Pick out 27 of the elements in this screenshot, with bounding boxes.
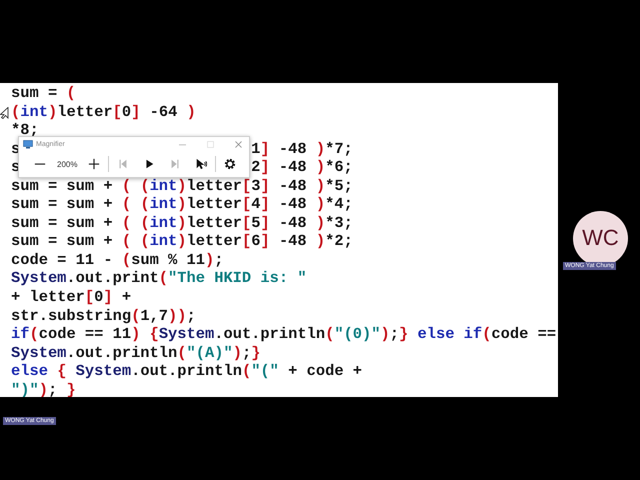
code-line: sum = ( — [11, 84, 76, 103]
cursor-button[interactable] — [195, 158, 208, 170]
code-line: str.substring(1,7)); — [11, 306, 196, 326]
code-line: System.out.println("(A)");} — [11, 344, 260, 362]
code-line: ")"); } — [11, 380, 76, 397]
zoom-in-icon — [88, 158, 100, 170]
settings-icon — [224, 158, 236, 170]
cursor-icon — [195, 158, 208, 170]
zoom-level: 200% — [57, 160, 78, 168]
zoom-in-button[interactable] — [88, 158, 100, 170]
code-line: sum = sum + ( (int)letter[5] -48 )*3; — [11, 214, 353, 232]
code-line: sum = sum + ( (int)letter[4] -48 )*4; — [11, 195, 353, 214]
code-line: code = 11 - (sum % 11); — [11, 250, 224, 270]
code-line: else { System.out.println("(" + code + — [11, 362, 362, 381]
previous-icon — [117, 158, 130, 170]
code-line: sum = sum + ( (int)letter[3] -48 )*5; — [11, 176, 353, 196]
next-icon — [169, 158, 182, 170]
code-line: + letter[0] + — [11, 288, 132, 307]
code-line: System.out.print("The HKID is: " — [11, 269, 307, 288]
code-line: if(code == 11) {System.out.println("(0)");} else if(code == — [11, 325, 556, 344]
code-line: *8; — [11, 121, 39, 140]
close-icon[interactable] — [234, 140, 243, 148]
code-line: (int)letter[0] -64 ) — [11, 102, 196, 122]
code-fragment: 1] -48 )*7; — [251, 140, 353, 158]
code-line: sum = sum + ( (int)letter[6] -48 )*2; — [11, 232, 353, 251]
settings-button[interactable] — [224, 158, 236, 170]
code-fragment: 2] -48 )*6; — [251, 158, 353, 177]
